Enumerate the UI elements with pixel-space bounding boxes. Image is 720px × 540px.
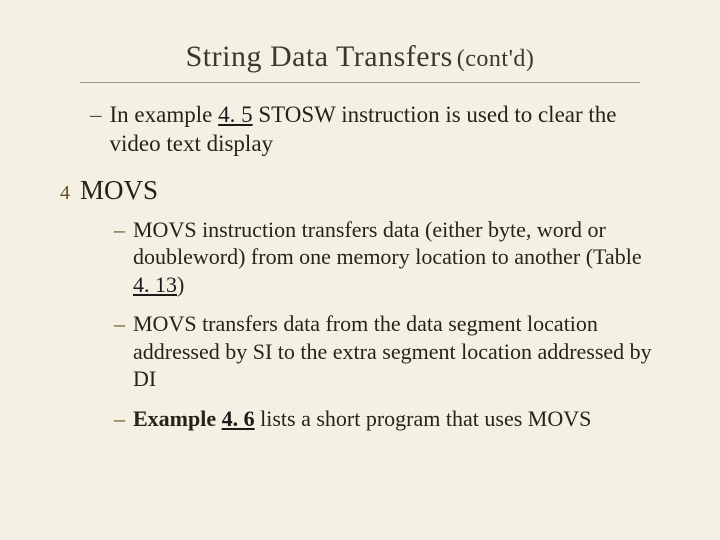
main-bullet-movs: 4 MOVS [60, 175, 660, 206]
bullet-icon: 4 [60, 182, 70, 205]
sub-item-1: – MOVS instruction transfers data (eithe… [114, 216, 660, 299]
dash-icon: – [114, 310, 125, 393]
link-example-45[interactable]: 4. 5 [218, 102, 253, 127]
text-fragment: MOVS instruction transfers data (either … [133, 217, 642, 270]
link-table-413[interactable]: 4. 13 [133, 272, 177, 297]
sub3-text: Example 4. 6 lists a short program that … [133, 405, 660, 433]
sub-item-2: – MOVS transfers data from the data segm… [114, 310, 660, 393]
text-fragment: ) [177, 272, 184, 297]
slide-container: String Data Transfers (cont'd) – In exam… [0, 0, 720, 540]
title-divider [80, 82, 640, 83]
text-fragment: short [316, 406, 366, 431]
dash-icon: – [114, 216, 125, 299]
sub-item-3: – Example 4. 6 lists a short program tha… [114, 405, 660, 433]
dash-icon: – [90, 101, 102, 159]
text-fragment: lists a [255, 406, 317, 431]
dash-icon: – [114, 405, 125, 433]
intro-text: In example 4. 5 STOSW instruction is use… [110, 101, 661, 159]
main-label: MOVS [80, 175, 158, 206]
text-fragment: program [366, 406, 446, 431]
slide-subtitle: (cont'd) [457, 46, 535, 72]
text-fragment: In example [110, 102, 219, 127]
text-bold: Example [133, 406, 222, 431]
text-fragment: that [446, 406, 485, 431]
link-example-46[interactable]: 4. 6 [222, 406, 255, 431]
title-block: String Data Transfers (cont'd) [50, 40, 670, 74]
slide-title: String Data Transfers [186, 40, 453, 73]
intro-item: – In example 4. 5 STOSW instruction is u… [90, 101, 660, 159]
sub1-text: MOVS instruction transfers data (either … [133, 216, 660, 299]
text-fragment: uses MOVS [484, 406, 591, 431]
sub2-text: MOVS transfers data from the data segmen… [133, 310, 660, 393]
nested-list: – MOVS instruction transfers data (eithe… [90, 216, 660, 433]
content-area: – In example 4. 5 STOSW instruction is u… [50, 101, 670, 432]
